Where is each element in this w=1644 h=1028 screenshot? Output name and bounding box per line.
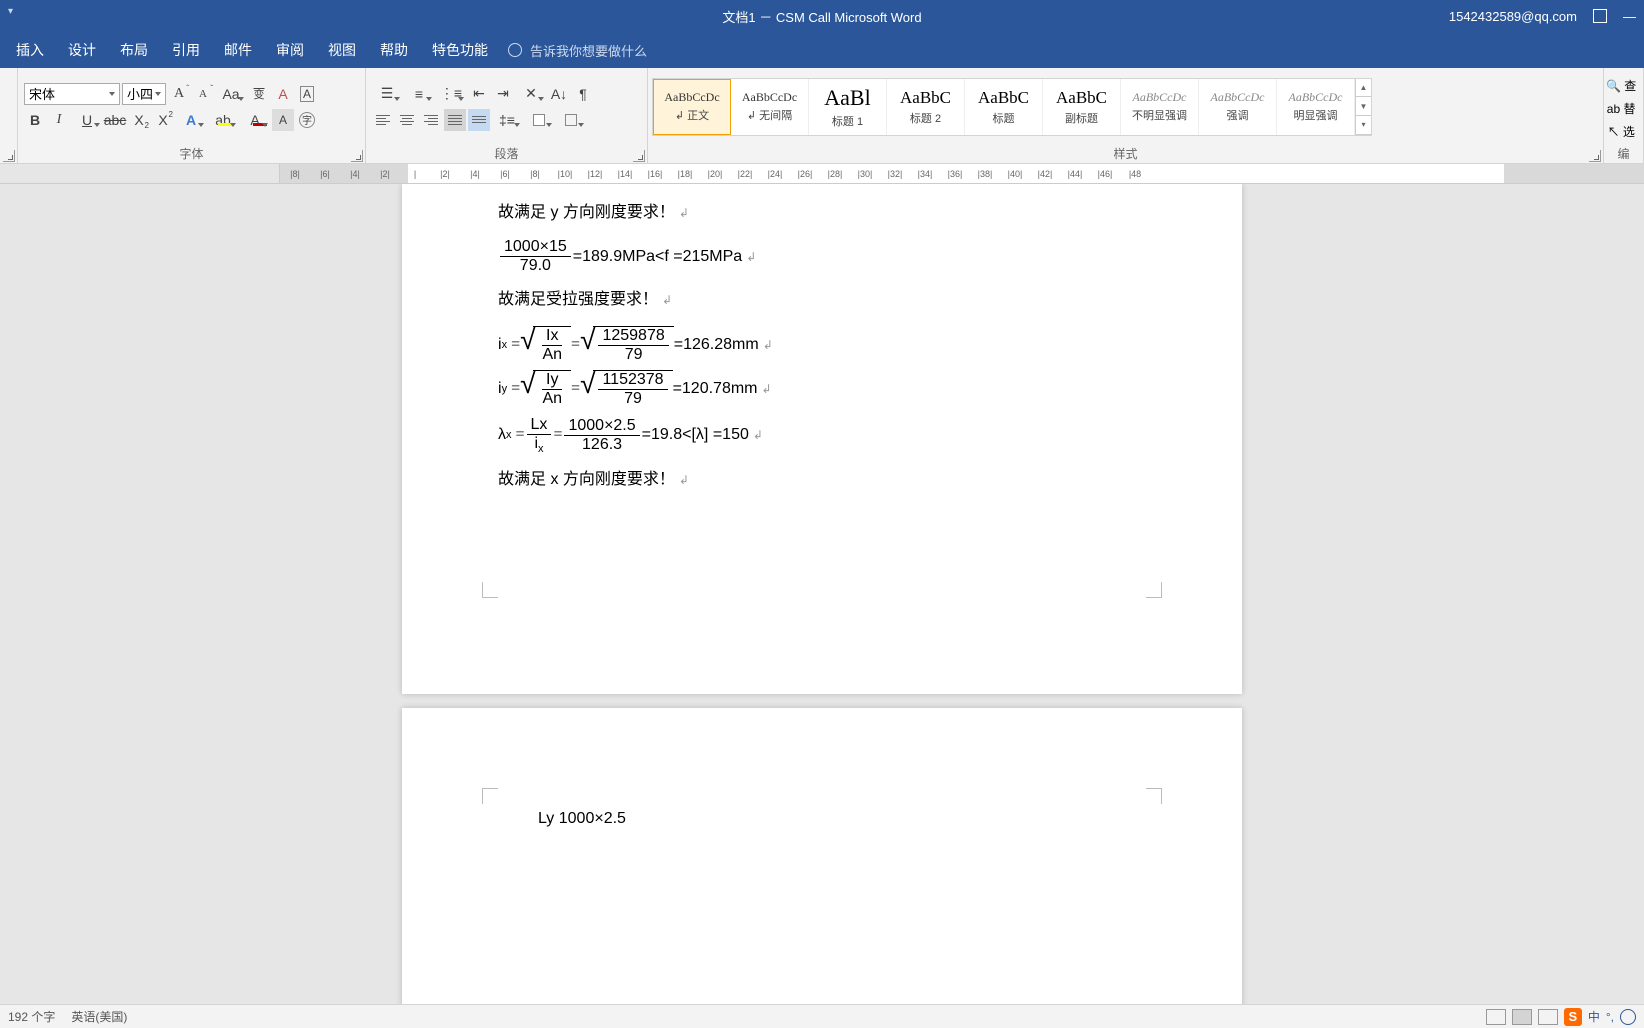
font-launcher-icon[interactable] — [351, 150, 363, 162]
paragraph-group: ☰ ≡ ⋮≡ ⇤ ⇥ ✕ A↓ ¶ ‡≡ — [366, 68, 648, 163]
read-mode-button[interactable] — [1486, 1009, 1506, 1025]
ribbon-tabs: 插入 设计 布局 引用 邮件 审阅 视图 帮助 特色功能 告诉我你想要做什么 — [0, 32, 1644, 68]
clear-format-button[interactable]: A — [272, 83, 294, 105]
select-button[interactable]: ↖ 选 — [1607, 123, 1634, 140]
minimize-icon[interactable]: — — [1623, 9, 1636, 24]
ruler[interactable]: |8||6||4||2|||2||4||6||8||10||12||14||16… — [0, 164, 1644, 184]
text-effects-button[interactable]: A — [176, 109, 206, 131]
language-status[interactable]: 英语(美国) — [71, 1008, 127, 1025]
font-group-label: 字体 — [179, 147, 203, 161]
superscript-button[interactable]: X2 — [152, 109, 174, 131]
word-count[interactable]: 192 个字 — [8, 1008, 55, 1025]
ribbon: 宋体 小四 Aˆ Aˇ Aa 变 A A B I U abc X2 X2 A — [0, 68, 1644, 164]
style-item-3[interactable]: AaBbC标题 2 — [887, 79, 965, 135]
tab-mailings[interactable]: 邮件 — [212, 32, 264, 68]
sort-button[interactable]: A↓ — [548, 83, 570, 105]
editing-group: 🔍 查 ab 替 ↖ 选 编 — [1604, 68, 1644, 163]
styles-launcher-icon[interactable] — [1589, 150, 1601, 162]
styles-group-label: 样式 — [1113, 147, 1137, 161]
gallery-down-button[interactable]: ▼ — [1356, 97, 1371, 116]
justify-button[interactable] — [444, 109, 466, 131]
enclose-char-button[interactable]: 字 — [296, 109, 318, 131]
tell-me-search[interactable]: 告诉我你想要做什么 — [508, 41, 647, 60]
tab-references[interactable]: 引用 — [160, 32, 212, 68]
decrease-indent-button[interactable]: ⇤ — [468, 83, 490, 105]
distribute-button[interactable] — [468, 109, 490, 131]
title-bar: ▾ 文档1 － CSM Call Microsoft Word 15424325… — [0, 0, 1644, 32]
paragraph-group-label: 段落 — [494, 147, 518, 161]
font-color-button[interactable]: A — [240, 109, 270, 131]
style-item-0[interactable]: AaBbCcDc↲ 正文 — [653, 79, 731, 135]
tell-me-label: 告诉我你想要做什么 — [530, 41, 647, 60]
style-item-8[interactable]: AaBbCcDc明显强调 — [1277, 79, 1355, 135]
find-button[interactable]: 🔍 查 — [1606, 77, 1636, 94]
multilevel-button[interactable]: ⋮≡ — [436, 83, 466, 105]
clipboard-group — [0, 68, 18, 163]
gallery-more-button[interactable]: ▾ — [1356, 116, 1371, 135]
align-left-button[interactable] — [372, 109, 394, 131]
web-layout-button[interactable] — [1538, 1009, 1558, 1025]
show-marks-button[interactable]: ¶ — [572, 83, 594, 105]
window-title: 文档1 － CSM Call Microsoft Word — [722, 7, 921, 26]
account-email[interactable]: 1542432589@qq.com — [1449, 9, 1577, 24]
shrink-font-button[interactable]: Aˇ — [192, 83, 214, 105]
style-item-7[interactable]: AaBbCcDc强调 — [1199, 79, 1277, 135]
line-spacing-button[interactable]: ‡≡ — [492, 109, 522, 131]
grow-font-button[interactable]: Aˆ — [168, 83, 190, 105]
edit-group-label: 编 — [1617, 147, 1629, 161]
page-2: Ly 1000×2.5 — [402, 708, 1242, 1004]
italic-button[interactable]: I — [48, 109, 70, 131]
ime-punct[interactable]: °, — [1606, 1010, 1614, 1024]
bulb-icon — [508, 43, 522, 57]
styles-gallery: AaBbCcDc↲ 正文AaBbCcDc↲ 无间隔AaBl标题 1AaBbC标题… — [652, 78, 1372, 136]
tab-insert[interactable]: 插入 — [4, 32, 56, 68]
align-right-button[interactable] — [420, 109, 442, 131]
clipboard-launcher-icon[interactable] — [3, 150, 15, 162]
tab-help[interactable]: 帮助 — [368, 32, 420, 68]
strikethrough-button[interactable]: abc — [104, 109, 126, 131]
style-item-5[interactable]: AaBbC副标题 — [1043, 79, 1121, 135]
borders-button[interactable] — [556, 109, 586, 131]
font-name-combo[interactable]: 宋体 — [24, 83, 120, 105]
style-item-1[interactable]: AaBbCcDc↲ 无间隔 — [731, 79, 809, 135]
tab-layout[interactable]: 布局 — [108, 32, 160, 68]
char-shading-button[interactable]: A — [272, 109, 294, 131]
replace-button[interactable]: ab 替 — [1607, 100, 1636, 117]
style-item-4[interactable]: AaBbC标题 — [965, 79, 1043, 135]
shading-button[interactable] — [524, 109, 554, 131]
bold-button[interactable]: B — [24, 109, 46, 131]
tab-review[interactable]: 审阅 — [264, 32, 316, 68]
change-case-button[interactable]: Aa — [216, 83, 246, 105]
align-center-button[interactable] — [396, 109, 418, 131]
style-item-6[interactable]: AaBbCcDc不明显强调 — [1121, 79, 1199, 135]
status-bar: 192 个字 英语(美国) S 中 °, — [0, 1004, 1644, 1028]
increase-indent-button[interactable]: ⇥ — [492, 83, 514, 105]
tab-view[interactable]: 视图 — [316, 32, 368, 68]
underline-button[interactable]: U — [72, 109, 102, 131]
print-layout-button[interactable] — [1512, 1009, 1532, 1025]
document-area[interactable]: 故满足 y 方向刚度要求！↲ 1000×1579.0 =189.9MPa<f =… — [0, 184, 1644, 1004]
feedback-icon[interactable] — [1620, 1009, 1636, 1025]
font-size-combo[interactable]: 小四 — [122, 83, 166, 105]
tab-design[interactable]: 设计 — [56, 32, 108, 68]
phonetic-guide-button[interactable]: 变 — [248, 83, 270, 105]
tab-special[interactable]: 特色功能 — [420, 32, 500, 68]
font-group: 宋体 小四 Aˆ Aˇ Aa 变 A A B I U abc X2 X2 A — [18, 68, 366, 163]
style-item-2[interactable]: AaBl标题 1 — [809, 79, 887, 135]
gallery-up-button[interactable]: ▲ — [1356, 79, 1371, 98]
qat-customize[interactable]: ▾ — [8, 6, 13, 17]
char-border-button[interactable]: A — [296, 83, 318, 105]
page-1: 故满足 y 方向刚度要求！↲ 1000×1579.0 =189.9MPa<f =… — [402, 184, 1242, 694]
bullets-button[interactable]: ☰ — [372, 83, 402, 105]
ime-lang[interactable]: 中 — [1588, 1008, 1600, 1025]
asian-layout-button[interactable]: ✕ — [516, 83, 546, 105]
ribbon-display-icon[interactable] — [1593, 9, 1607, 23]
highlight-button[interactable]: ab — [208, 109, 238, 131]
subscript-button[interactable]: X2 — [128, 109, 150, 131]
paragraph-launcher-icon[interactable] — [633, 150, 645, 162]
numbering-button[interactable]: ≡ — [404, 83, 434, 105]
ime-icon[interactable]: S — [1564, 1008, 1582, 1026]
styles-group: AaBbCcDc↲ 正文AaBbCcDc↲ 无间隔AaBl标题 1AaBbC标题… — [648, 68, 1604, 163]
